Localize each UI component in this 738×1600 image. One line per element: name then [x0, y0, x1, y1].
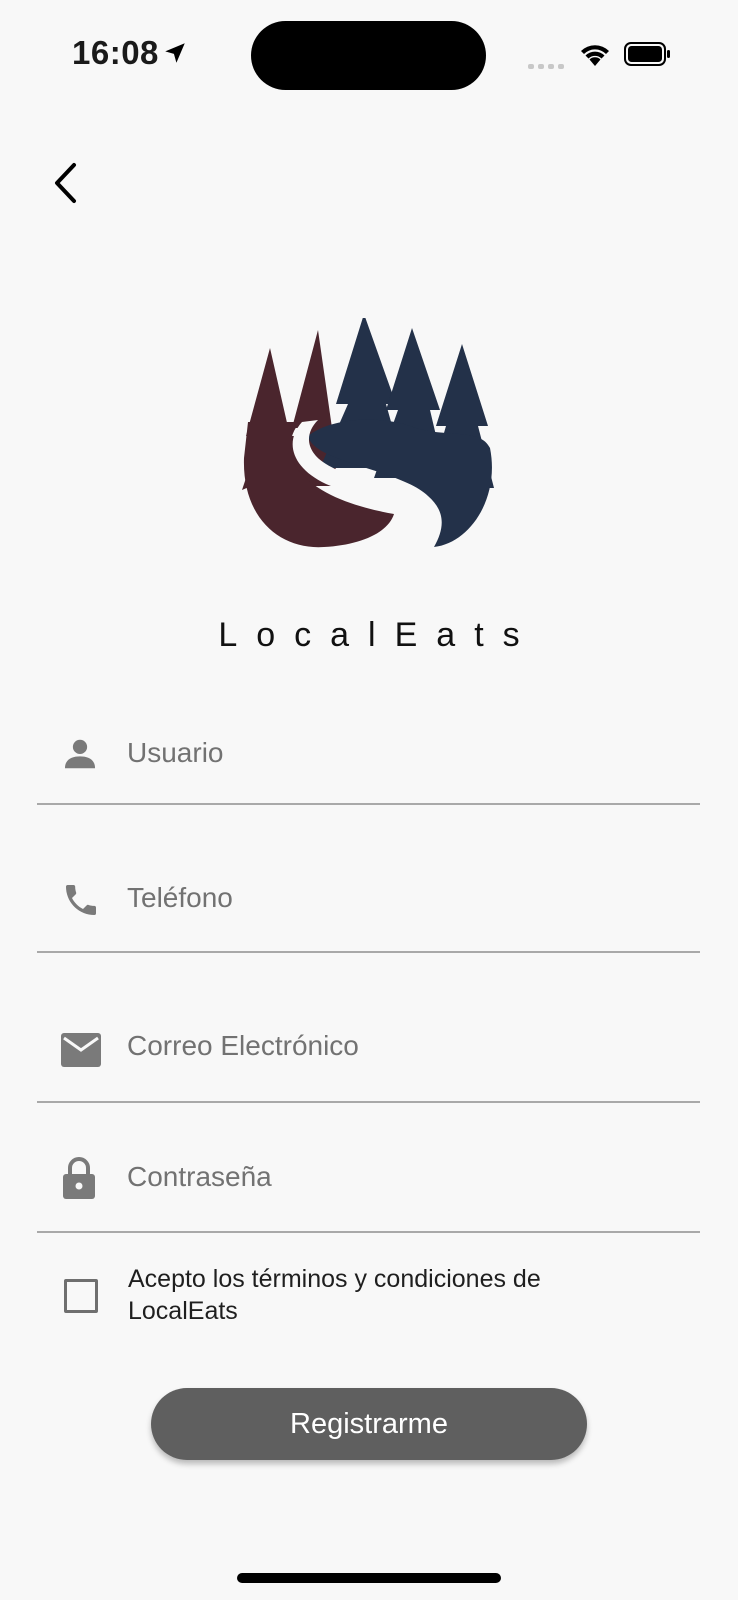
- person-icon: [61, 735, 99, 778]
- app-name: LocalEats: [218, 616, 539, 654]
- status-bar: 16:08: [0, 0, 738, 110]
- mail-icon: [61, 1033, 101, 1072]
- password-input[interactable]: [127, 1157, 690, 1197]
- terms-label: Acepto los términos y condiciones de Loc…: [128, 1265, 541, 1325]
- password-field[interactable]: [37, 1133, 700, 1233]
- register-button[interactable]: Registrarme: [151, 1388, 587, 1460]
- terms-row[interactable]: Acepto los términos y condiciones de Loc…: [64, 1263, 684, 1333]
- terms-checkbox[interactable]: [64, 1279, 98, 1313]
- email-input[interactable]: [127, 1026, 690, 1066]
- forest-river-logo-icon: [242, 314, 494, 548]
- signal-icon: [528, 58, 568, 76]
- status-time: 16:08: [72, 34, 159, 71]
- location-arrow-icon: [162, 40, 188, 71]
- phone-field[interactable]: [37, 853, 700, 953]
- phone-icon: [61, 880, 101, 925]
- back-button[interactable]: [44, 160, 88, 210]
- email-field[interactable]: [37, 1003, 700, 1103]
- username-input[interactable]: [127, 733, 690, 773]
- brand-logo: [240, 314, 504, 563]
- chevron-left-icon: [52, 161, 80, 210]
- wifi-icon: [578, 42, 612, 73]
- dynamic-island: [251, 21, 486, 90]
- home-indicator: [237, 1573, 501, 1583]
- phone-input[interactable]: [127, 878, 690, 918]
- username-field[interactable]: [37, 705, 700, 805]
- lock-icon: [61, 1156, 97, 1205]
- battery-icon: [624, 42, 672, 71]
